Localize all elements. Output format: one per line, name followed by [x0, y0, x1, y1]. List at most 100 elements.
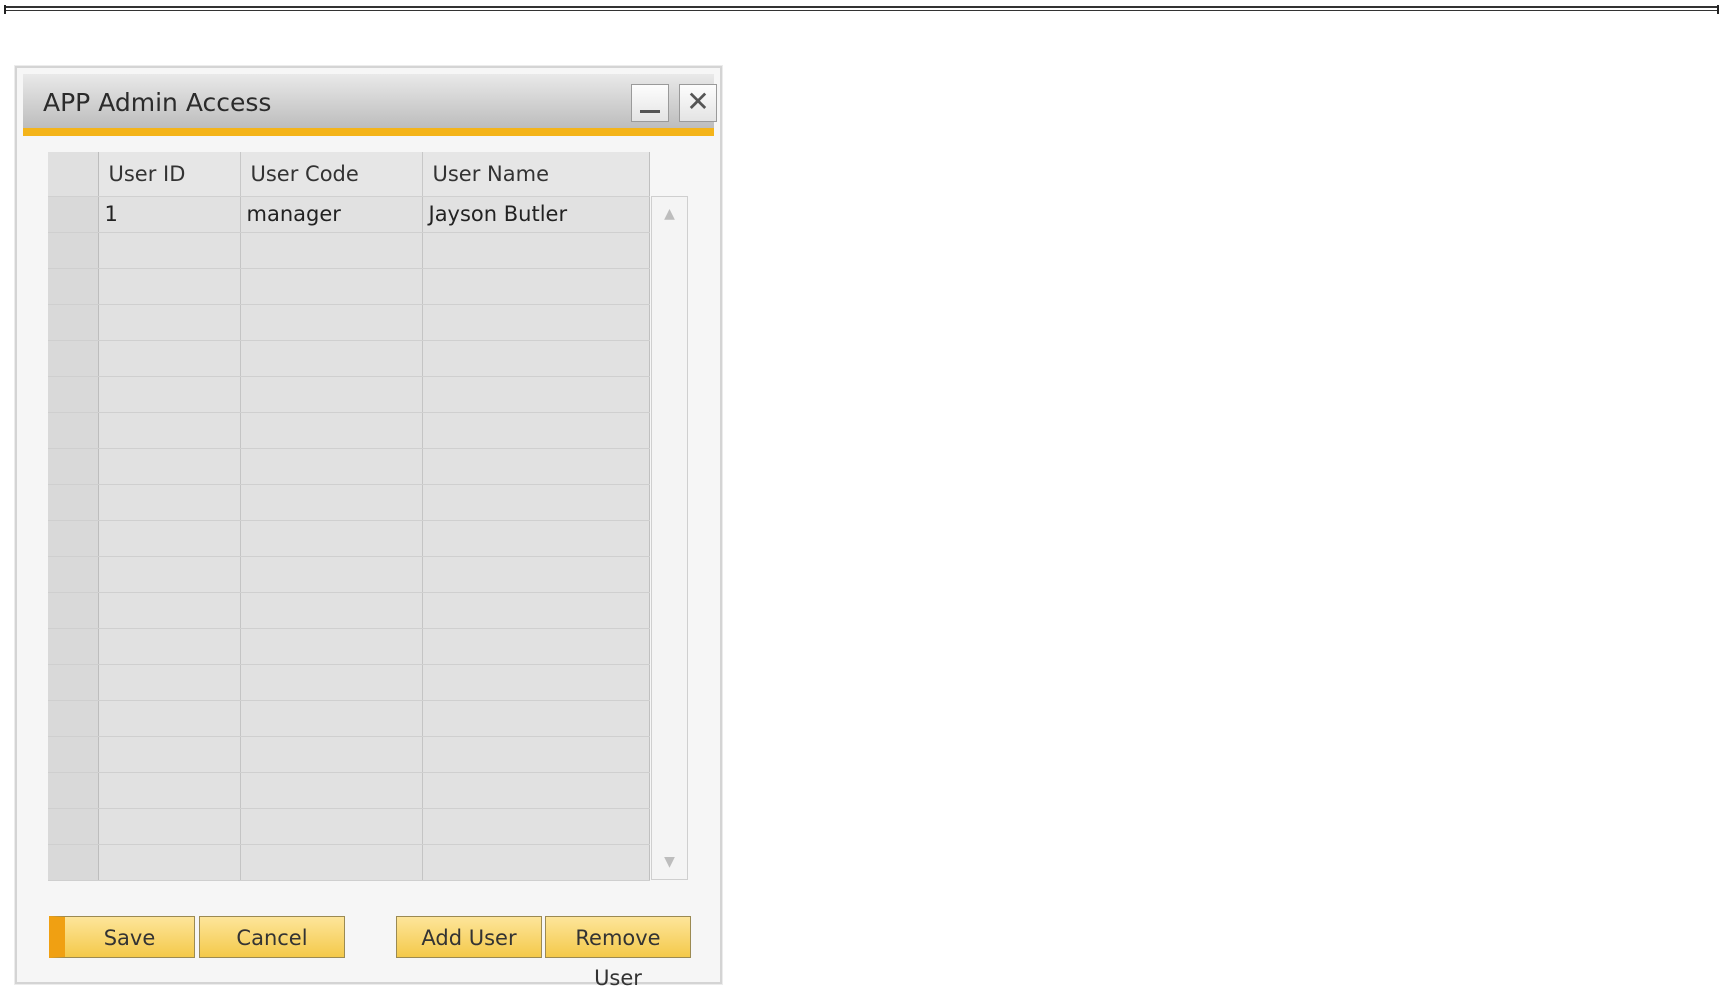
column-header-user-name[interactable]: User Name: [422, 152, 650, 197]
cell-user-id[interactable]: [98, 232, 241, 269]
cell-user-name[interactable]: [422, 592, 650, 629]
cell-user-name[interactable]: [422, 844, 650, 881]
cell-user-id[interactable]: [98, 340, 241, 377]
table-row[interactable]: [48, 268, 650, 305]
table-row[interactable]: [48, 628, 650, 665]
cell-user-id[interactable]: [98, 412, 241, 449]
table-row[interactable]: 1 manager Jayson Butler: [48, 196, 650, 233]
add-user-button[interactable]: Add User: [396, 916, 542, 958]
row-selector[interactable]: [48, 268, 99, 305]
cell-user-code[interactable]: [240, 448, 423, 485]
table-row[interactable]: [48, 556, 650, 593]
row-selector[interactable]: [48, 844, 99, 881]
cell-user-name[interactable]: [422, 772, 650, 809]
scroll-down-icon[interactable]: ▼: [652, 847, 687, 877]
table-row[interactable]: [48, 844, 650, 881]
cell-user-id[interactable]: [98, 520, 241, 557]
cell-user-name[interactable]: [422, 556, 650, 593]
table-row[interactable]: [48, 664, 650, 701]
cell-user-id[interactable]: [98, 556, 241, 593]
cell-user-name[interactable]: [422, 664, 650, 701]
row-selector[interactable]: [48, 664, 99, 701]
table-row[interactable]: [48, 304, 650, 341]
cell-user-code[interactable]: [240, 736, 423, 773]
row-selector[interactable]: [48, 520, 99, 557]
title-bar[interactable]: APP Admin Access ✕: [23, 74, 717, 128]
cell-user-id[interactable]: [98, 304, 241, 341]
cell-user-name[interactable]: [422, 376, 650, 413]
cell-user-code[interactable]: [240, 592, 423, 629]
cell-user-id[interactable]: [98, 448, 241, 485]
cell-user-name[interactable]: [422, 412, 650, 449]
row-selector[interactable]: [48, 628, 99, 665]
cell-user-code[interactable]: [240, 484, 423, 521]
cell-user-code[interactable]: [240, 340, 423, 377]
cell-user-code[interactable]: manager: [240, 196, 423, 233]
row-selector[interactable]: [48, 808, 99, 845]
row-selector[interactable]: [48, 196, 99, 233]
cell-user-id[interactable]: [98, 772, 241, 809]
table-row[interactable]: [48, 808, 650, 845]
table-row[interactable]: [48, 376, 650, 413]
cell-user-id[interactable]: [98, 844, 241, 881]
vertical-scrollbar[interactable]: ▲ ▼: [651, 196, 688, 880]
cell-user-code[interactable]: [240, 304, 423, 341]
cell-user-code[interactable]: [240, 664, 423, 701]
cell-user-code[interactable]: [240, 520, 423, 557]
row-selector[interactable]: [48, 736, 99, 773]
cell-user-code[interactable]: [240, 412, 423, 449]
table-row[interactable]: [48, 484, 650, 521]
table-row[interactable]: [48, 340, 650, 377]
cell-user-name[interactable]: [422, 520, 650, 557]
row-selector[interactable]: [48, 556, 99, 593]
cell-user-name[interactable]: [422, 268, 650, 305]
cell-user-code[interactable]: [240, 376, 423, 413]
table-row[interactable]: [48, 448, 650, 485]
cell-user-name[interactable]: [422, 628, 650, 665]
column-header-user-code[interactable]: User Code: [240, 152, 423, 197]
cell-user-code[interactable]: [240, 772, 423, 809]
table-row[interactable]: [48, 700, 650, 737]
cell-user-id[interactable]: 1: [98, 196, 241, 233]
row-selector[interactable]: [48, 376, 99, 413]
row-selector[interactable]: [48, 412, 99, 449]
cell-user-name[interactable]: [422, 448, 650, 485]
cell-user-name[interactable]: [422, 700, 650, 737]
row-selector[interactable]: [48, 232, 99, 269]
scroll-up-icon[interactable]: ▲: [652, 199, 687, 229]
table-row[interactable]: [48, 520, 650, 557]
cell-user-code[interactable]: [240, 844, 423, 881]
cell-user-id[interactable]: [98, 484, 241, 521]
cell-user-code[interactable]: [240, 556, 423, 593]
cell-user-code[interactable]: [240, 232, 423, 269]
column-header-user-id[interactable]: User ID: [98, 152, 241, 197]
row-selector[interactable]: [48, 772, 99, 809]
cell-user-id[interactable]: [98, 664, 241, 701]
cell-user-name[interactable]: [422, 736, 650, 773]
cell-user-code[interactable]: [240, 628, 423, 665]
row-selector[interactable]: [48, 700, 99, 737]
cell-user-id[interactable]: [98, 268, 241, 305]
cell-user-name[interactable]: [422, 340, 650, 377]
close-button[interactable]: ✕: [679, 84, 717, 122]
cell-user-code[interactable]: [240, 268, 423, 305]
cell-user-code[interactable]: [240, 700, 423, 737]
cell-user-name[interactable]: [422, 304, 650, 341]
cell-user-id[interactable]: [98, 592, 241, 629]
cell-user-id[interactable]: [98, 376, 241, 413]
table-row[interactable]: [48, 772, 650, 809]
row-selector[interactable]: [48, 592, 99, 629]
row-selector[interactable]: [48, 304, 99, 341]
cell-user-name[interactable]: [422, 484, 650, 521]
table-row[interactable]: [48, 736, 650, 773]
table-row[interactable]: [48, 592, 650, 629]
row-selector[interactable]: [48, 340, 99, 377]
remove-user-button[interactable]: Remove User: [545, 916, 691, 990]
save-button[interactable]: Save: [49, 916, 195, 958]
cell-user-name[interactable]: [422, 808, 650, 845]
cancel-button[interactable]: Cancel: [199, 916, 345, 958]
table-row[interactable]: [48, 232, 650, 269]
cell-user-id[interactable]: [98, 808, 241, 845]
cell-user-name[interactable]: [422, 232, 650, 269]
cell-user-code[interactable]: [240, 808, 423, 845]
